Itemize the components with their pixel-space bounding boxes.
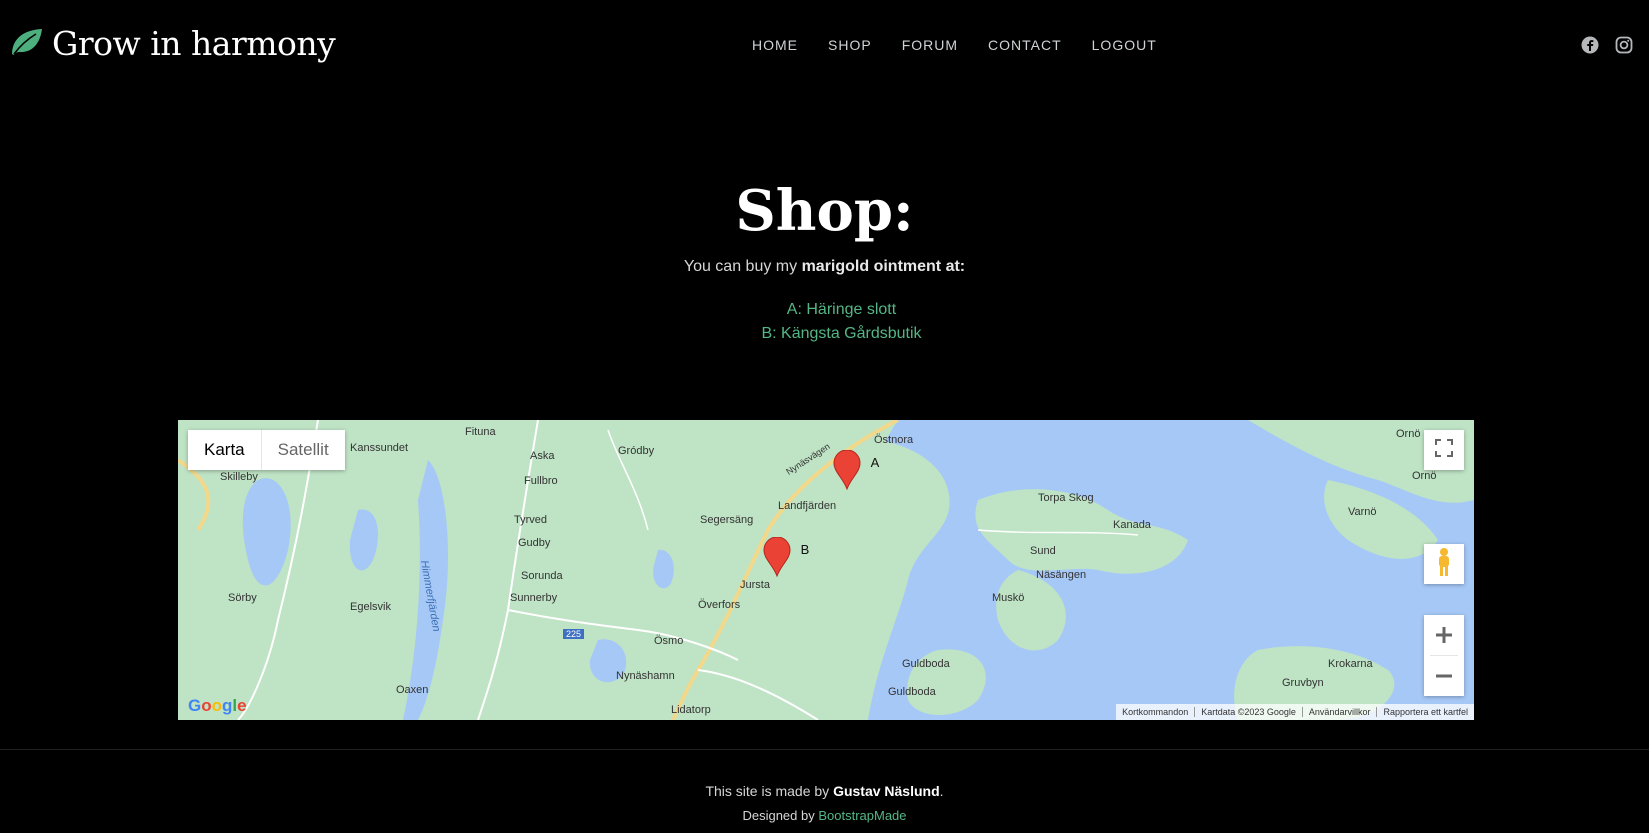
map-attribution: Kortkommandon Kartdata ©2023 Google Anvä… bbox=[1116, 704, 1474, 720]
nav-contact[interactable]: CONTACT bbox=[988, 37, 1062, 53]
map-label: Ornö bbox=[1412, 470, 1437, 482]
page-title: Shop: bbox=[735, 178, 914, 244]
instagram-icon[interactable] bbox=[1615, 36, 1633, 59]
map-marker-b[interactable]: B bbox=[763, 536, 809, 578]
map-label: Askа bbox=[530, 450, 555, 462]
map-label: Tyrved bbox=[514, 514, 548, 526]
map-label: Segersäng bbox=[700, 514, 754, 526]
intro-bold: marigold ointment at: bbox=[801, 258, 966, 275]
minus-icon bbox=[1436, 674, 1452, 678]
footer-author: Gustav Näslund bbox=[833, 783, 940, 799]
map-label: Guldboda bbox=[902, 658, 950, 670]
nav-logout[interactable]: LOGOUT bbox=[1092, 37, 1157, 53]
plus-icon bbox=[1436, 627, 1452, 643]
route-shield: 225 bbox=[563, 629, 585, 639]
footer-design-credit: Designed by BootstrapMade bbox=[0, 808, 1649, 823]
intro-prefix: You can buy my bbox=[683, 258, 802, 275]
map-label: Guldboda bbox=[888, 686, 936, 698]
map-label: Sorunda bbox=[521, 570, 563, 582]
map-label: Gruvbyn bbox=[1282, 677, 1324, 689]
pegman-icon bbox=[1435, 547, 1453, 582]
marker-label: A bbox=[870, 455, 880, 470]
social-links bbox=[1581, 36, 1633, 59]
map-type-control: Karta Satellit bbox=[188, 430, 345, 470]
map-label: Landfjärden bbox=[778, 500, 837, 512]
fullscreen-icon bbox=[1435, 438, 1453, 462]
map-label: Gudby bbox=[518, 537, 551, 549]
map-label: Kanada bbox=[1113, 519, 1151, 531]
nav-home[interactable]: HOME bbox=[752, 37, 798, 53]
map-label: Fituna bbox=[465, 426, 496, 438]
google-map[interactable]: Fituna Askа Gródby Östnora Ornö Kanssund… bbox=[178, 420, 1474, 720]
marker-pin-icon bbox=[833, 449, 861, 491]
zoom-control bbox=[1424, 615, 1464, 696]
location-b[interactable]: B: Kängsta Gårdsbutik bbox=[0, 322, 1649, 346]
street-view-button[interactable] bbox=[1424, 544, 1464, 584]
map-label: Näsängen bbox=[1036, 569, 1087, 581]
map-label: Ösmo bbox=[654, 635, 684, 647]
marker-pin-icon bbox=[763, 536, 791, 578]
leaf-icon bbox=[10, 26, 44, 61]
footer-credit: This site is made by Gustav Näslund. bbox=[0, 783, 1649, 799]
map-label: Jursta bbox=[740, 579, 770, 591]
map-label: Kanssundet bbox=[350, 442, 409, 454]
map-label: Muskö bbox=[992, 592, 1025, 604]
map-type-satellite-button[interactable]: Satellit bbox=[260, 430, 345, 470]
map-label: Ornö bbox=[1396, 428, 1421, 440]
fullscreen-button[interactable] bbox=[1424, 430, 1464, 470]
nav-shop[interactable]: SHOP bbox=[828, 37, 872, 53]
map-label: Överfors bbox=[698, 599, 741, 611]
map-label: Torpa Skog bbox=[1038, 492, 1094, 504]
map-label: Gródby bbox=[618, 445, 655, 457]
map-label: Sörby bbox=[228, 592, 257, 604]
facebook-icon[interactable] bbox=[1581, 36, 1599, 59]
map-terrain bbox=[178, 420, 1474, 720]
map-label: Egelsvik bbox=[350, 601, 391, 613]
footer-divider bbox=[0, 749, 1649, 750]
google-logo[interactable]: Google bbox=[188, 696, 247, 716]
map-label: Nynäshamn bbox=[616, 670, 675, 682]
map-label: Östnora bbox=[874, 434, 914, 446]
map-label: Sunnerby bbox=[510, 592, 558, 604]
map-label: Fullbro bbox=[524, 475, 558, 487]
terms-link[interactable]: Användarvillkor bbox=[1301, 707, 1377, 717]
footer-made-prefix: This site is made by bbox=[705, 783, 834, 799]
marker-label: B bbox=[800, 542, 810, 557]
map-label: Lidatorp bbox=[671, 704, 711, 716]
zoom-in-button[interactable] bbox=[1424, 615, 1464, 655]
intro-text: You can buy my marigold ointment at: bbox=[0, 258, 1649, 276]
logo[interactable]: Grow in harmony bbox=[10, 24, 336, 63]
map-data-text: Kartdata ©2023 Google bbox=[1194, 707, 1302, 717]
location-a[interactable]: A: Häringe slott bbox=[0, 298, 1649, 322]
map-label: Sund bbox=[1030, 545, 1056, 557]
map-label: Varnö bbox=[1348, 506, 1377, 518]
map-marker-a[interactable]: A bbox=[833, 449, 879, 491]
keyboard-shortcuts-link[interactable]: Kortkommandon bbox=[1116, 707, 1194, 717]
footer-designed-prefix: Designed by bbox=[742, 808, 819, 823]
header: Grow in harmony HOME SHOP FORUM CONTACT … bbox=[0, 0, 1649, 90]
brand-name: Grow in harmony bbox=[52, 24, 336, 63]
location-list: A: Häringe slott B: Kängsta Gårdsbutik bbox=[0, 298, 1649, 346]
map-label: Krokarna bbox=[1328, 658, 1373, 670]
bootstrapmade-link[interactable]: BootstrapMade bbox=[818, 808, 906, 823]
map-label: Oaxen bbox=[396, 684, 429, 696]
main-nav: HOME SHOP FORUM CONTACT LOGOUT bbox=[752, 37, 1187, 53]
nav-forum[interactable]: FORUM bbox=[902, 37, 958, 53]
footer-made-suffix: . bbox=[939, 783, 944, 799]
map-type-map-button[interactable]: Karta bbox=[188, 430, 261, 470]
report-error-link[interactable]: Rapportera ett kartfel bbox=[1376, 707, 1474, 717]
zoom-out-button[interactable] bbox=[1424, 656, 1464, 696]
map-label: Skilleby bbox=[220, 471, 258, 483]
